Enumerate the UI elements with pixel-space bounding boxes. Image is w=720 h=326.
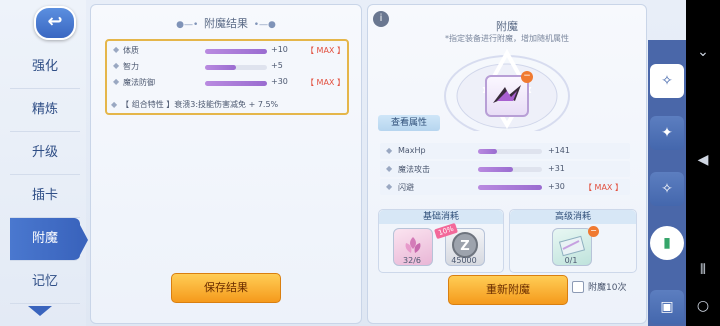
advanced-cost-title: 高级消耗: [510, 210, 636, 224]
enchant-panel: i 附魔 *指定装备进行附魔，增加随机属性 − 查看属性 ◆ MaxHp +14…: [367, 4, 647, 324]
active-nav-pointer: [80, 225, 88, 255]
bullet-icon: ◆: [386, 164, 393, 173]
result-stat-row: ◆ 魔法防御 +30 【 MAX 】: [111, 77, 345, 91]
combo-trait-text: 【 组合特性 】衰溃3:技能伤害减免 + 7.5%: [121, 100, 279, 109]
bar-chart-icon: ▮: [663, 235, 671, 251]
result-stat-list: ◆ 体质 +10 【 MAX 】 ◆ 智力 +5 ◆ 魔法防御 +30 【 MA…: [105, 39, 349, 115]
home-icon[interactable]: ○: [686, 298, 720, 314]
attribute-name: 闪避: [398, 183, 414, 192]
attribute-row: ◆ 闪避 +30 【 MAX 】: [380, 179, 630, 195]
stat-max-badge: 【 MAX 】: [306, 78, 345, 87]
scroll-material-count: 0/1: [564, 256, 578, 265]
save-result-button[interactable]: 保存结果: [171, 273, 281, 303]
attribute-value: +31: [548, 164, 565, 173]
bullet-icon: ◆: [386, 182, 393, 191]
remove-scroll-icon[interactable]: −: [588, 226, 599, 237]
current-attributes-list: ◆ MaxHp +141 ◆ 魔法攻击 +31 ◆ 闪避 +30 【 MAX 】: [380, 139, 630, 199]
attribute-value: +30: [548, 182, 565, 191]
enchant-mode-button[interactable]: ✧: [650, 64, 684, 98]
attribute-bar: [478, 149, 542, 154]
reenchant-button[interactable]: 重新附魔: [448, 275, 568, 305]
result-stat-row: ◆ 体质 +10 【 MAX 】: [111, 45, 345, 59]
bullet-icon: ◆: [111, 100, 118, 109]
attribute-name: MaxHp: [398, 146, 426, 155]
enchant-10x-label: 附魔10次: [588, 283, 627, 293]
nav-item-memory[interactable]: 记忆: [10, 261, 80, 304]
zeny-count: 45000: [451, 256, 477, 265]
svg-text:Z: Z: [460, 239, 469, 254]
recent-apps-icon[interactable]: ⦀: [686, 262, 720, 278]
stat-bar-fill: [205, 65, 236, 70]
dragon-wing-icon: [493, 85, 521, 103]
stats-button[interactable]: ▮: [650, 226, 684, 260]
bag-button[interactable]: ▣: [650, 290, 684, 324]
nav-item-strengthen[interactable]: 强化: [10, 46, 80, 89]
result-panel-title: ●—• 附魔结果 •—●: [91, 15, 361, 31]
chevron-down-icon[interactable]: ⌄: [686, 44, 720, 60]
stat-bar-fill: [205, 49, 267, 54]
combo-trait-row: ◆ 【 组合特性 】衰溃3:技能伤害减免 + 7.5%: [111, 99, 343, 110]
stat-value: +5: [271, 61, 283, 70]
bullet-icon: ◆: [386, 146, 393, 155]
bullet-icon: ◆: [113, 45, 120, 54]
attribute-name: 魔法攻击: [398, 165, 430, 174]
magic-star-icon: ✧: [661, 181, 673, 197]
stat-bar-fill: [205, 81, 267, 86]
bullet-icon: ◆: [113, 77, 120, 86]
title-ornament-right-icon: •—●: [248, 20, 276, 30]
attribute-bar-fill: [478, 149, 498, 154]
attribute-bar: [478, 167, 542, 172]
title-ornament-left-icon: ●—•: [176, 20, 204, 30]
result-panel: ●—• 附魔结果 •—● ◆ 体质 +10 【 MAX 】 ◆ 智力 +5 ◆ …: [90, 4, 362, 324]
magic-wand-icon: ✧: [661, 73, 673, 89]
bullet-icon: ◆: [113, 61, 120, 70]
view-attributes-tab[interactable]: 查看属性: [378, 115, 440, 131]
stat-bar: [205, 65, 267, 70]
advanced-cost-box: 高级消耗 − 0/1: [509, 209, 637, 273]
nav-item-upgrade[interactable]: 升级: [10, 132, 80, 175]
stat-name: 体质: [123, 46, 139, 55]
stat-value: +10: [271, 45, 288, 54]
remove-item-icon[interactable]: −: [521, 71, 533, 83]
attribute-bar-fill: [478, 167, 514, 172]
attribute-row: ◆ 魔法攻击 +31: [380, 161, 630, 177]
attribute-row: ◆ MaxHp +141: [380, 143, 630, 159]
stat-name: 魔法防御: [123, 78, 155, 87]
attribute-max-badge: 【 MAX 】: [584, 183, 623, 192]
stat-name: 智力: [123, 62, 139, 71]
enchant-10x-checkbox[interactable]: [572, 281, 584, 293]
nav-item-card[interactable]: 插卡: [10, 175, 80, 218]
scroll-down-icon[interactable]: [28, 306, 52, 316]
stat-bar: [205, 49, 267, 54]
stat-bar: [205, 81, 267, 86]
drag-handle-icon[interactable]: ◀: [686, 152, 720, 168]
nav-item-refine[interactable]: 精炼: [10, 89, 80, 132]
flower-material-count: 32/6: [403, 256, 421, 265]
enchant-mode-2-button[interactable]: ✦: [650, 116, 684, 150]
basic-cost-title: 基础消耗: [379, 210, 503, 224]
nav-item-enchant[interactable]: 附魔: [10, 218, 80, 261]
basic-cost-box: 基础消耗 32/6 Z 10% 45000: [378, 209, 504, 273]
stat-max-badge: 【 MAX 】: [306, 46, 345, 55]
bag-icon: ▣: [660, 299, 674, 315]
magic-swirl-icon: ✦: [661, 125, 673, 141]
enchant-mode-3-button[interactable]: ✧: [650, 172, 684, 206]
stat-value: +30: [271, 77, 288, 86]
back-arrow-icon: ↩: [47, 11, 63, 32]
result-title-text: 附魔结果: [204, 17, 248, 30]
enchant-subtitle: *指定装备进行附魔，增加随机属性: [445, 34, 569, 43]
attribute-bar: [478, 185, 542, 190]
enchant-panel-title: 附魔: [496, 20, 518, 33]
back-button[interactable]: ↩: [34, 6, 76, 40]
result-stat-row: ◆ 智力 +5: [111, 61, 343, 75]
attribute-bar-fill: [478, 185, 542, 190]
attribute-value: +141: [548, 146, 570, 155]
